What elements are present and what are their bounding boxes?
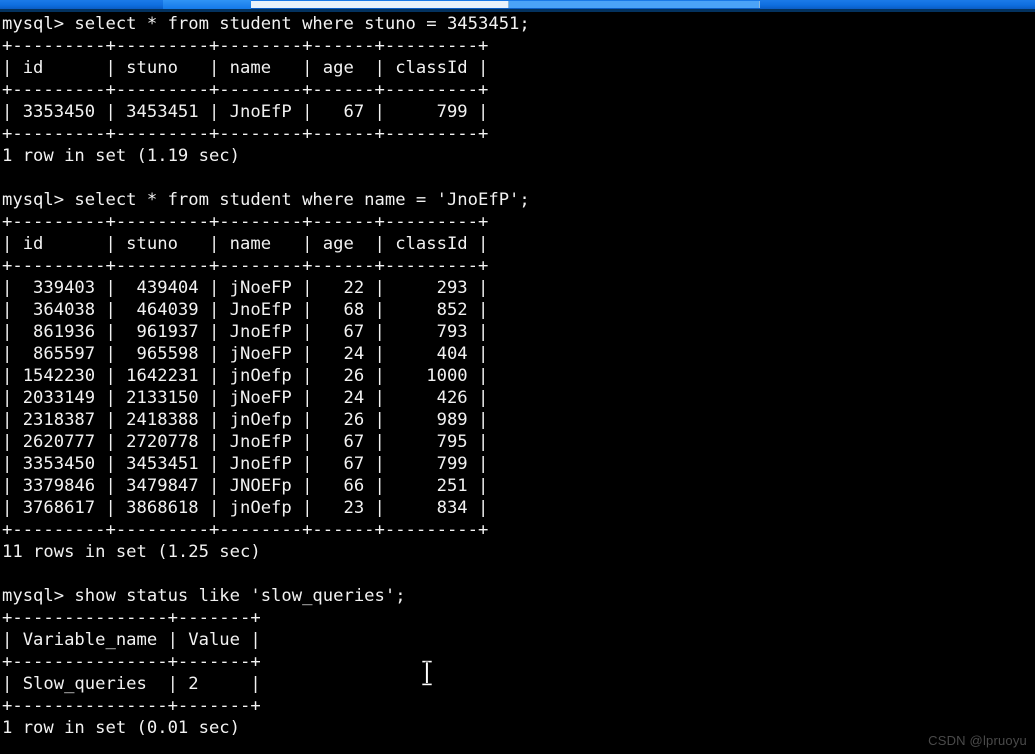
terminal-line: | 3353450 | 3453451 | JnoEfP | 67 | 799 …	[2, 454, 489, 474]
terminal-line: | 339403 | 439404 | jNoeFP | 22 | 293 |	[2, 278, 489, 298]
terminal-line: | 865597 | 965598 | jNoeFP | 24 | 404 |	[2, 344, 489, 364]
terminal-line: +---------+---------+--------+------+---…	[2, 256, 489, 276]
terminal-line: 1 row in set (0.01 sec)	[2, 718, 240, 738]
titlebar-segment-active[interactable]	[163, 0, 251, 9]
terminal-line: | 364038 | 464039 | JnoEfP | 68 | 852 |	[2, 300, 489, 320]
terminal-line: +---------+---------+--------+------+---…	[2, 520, 489, 540]
terminal-line: +---------+---------+--------+------+---…	[2, 80, 489, 100]
titlebar-underline	[0, 9, 1035, 12]
terminal-line: | 2318387 | 2418388 | jnOefp | 26 | 989 …	[2, 410, 489, 430]
terminal-window: mysql> select * from student where stuno…	[0, 0, 1035, 754]
terminal-line: mysql> select * from student where stuno…	[2, 14, 530, 34]
terminal-line: +---------------+-------+	[2, 696, 261, 716]
terminal-line: | 3768617 | 3868618 | jnOefp | 23 | 834 …	[2, 498, 489, 518]
terminal-line: +---------+---------+--------+------+---…	[2, 36, 489, 56]
terminal-line: +---------------+-------+	[2, 608, 261, 628]
terminal-line: | 3353450 | 3453451 | JnoEfP | 67 | 799 …	[2, 102, 489, 122]
terminal-line: 11 rows in set (1.25 sec)	[2, 542, 261, 562]
terminal-line: | Variable_name | Value |	[2, 630, 261, 650]
terminal-line: | 3379846 | 3479847 | JNOEFp | 66 | 251 …	[2, 476, 489, 496]
titlebar-segment-light[interactable]	[251, 1, 509, 8]
terminal-output[interactable]: mysql> select * from student where stuno…	[0, 13, 1035, 754]
watermark-text: CSDN @lpruoyu	[928, 733, 1027, 748]
terminal-line: | id | stuno | name | age | classId |	[2, 58, 489, 78]
terminal-line: mysql> show status like 'slow_queries';	[2, 586, 406, 606]
terminal-line: | 2620777 | 2720778 | JnoEfP | 67 | 795 …	[2, 432, 489, 452]
terminal-line: | 1542230 | 1642231 | jnOefp | 26 | 1000…	[2, 366, 489, 386]
terminal-line: +---------------+-------+	[2, 652, 261, 672]
titlebar-segment-blue[interactable]	[509, 1, 760, 8]
terminal-line: 1 row in set (1.19 sec)	[2, 146, 240, 166]
terminal-line: | 861936 | 961937 | JnoEfP | 67 | 793 |	[2, 322, 489, 342]
terminal-line: mysql> select * from student where name …	[2, 190, 530, 210]
terminal-line: +---------+---------+--------+------+---…	[2, 212, 489, 232]
terminal-line: +---------+---------+--------+------+---…	[2, 124, 489, 144]
terminal-line: | id | stuno | name | age | classId |	[2, 234, 489, 254]
terminal-line: | Slow_queries | 2 |	[2, 674, 261, 694]
window-titlebar[interactable]	[0, 0, 1035, 9]
terminal-line: | 2033149 | 2133150 | jNoeFP | 24 | 426 …	[2, 388, 489, 408]
